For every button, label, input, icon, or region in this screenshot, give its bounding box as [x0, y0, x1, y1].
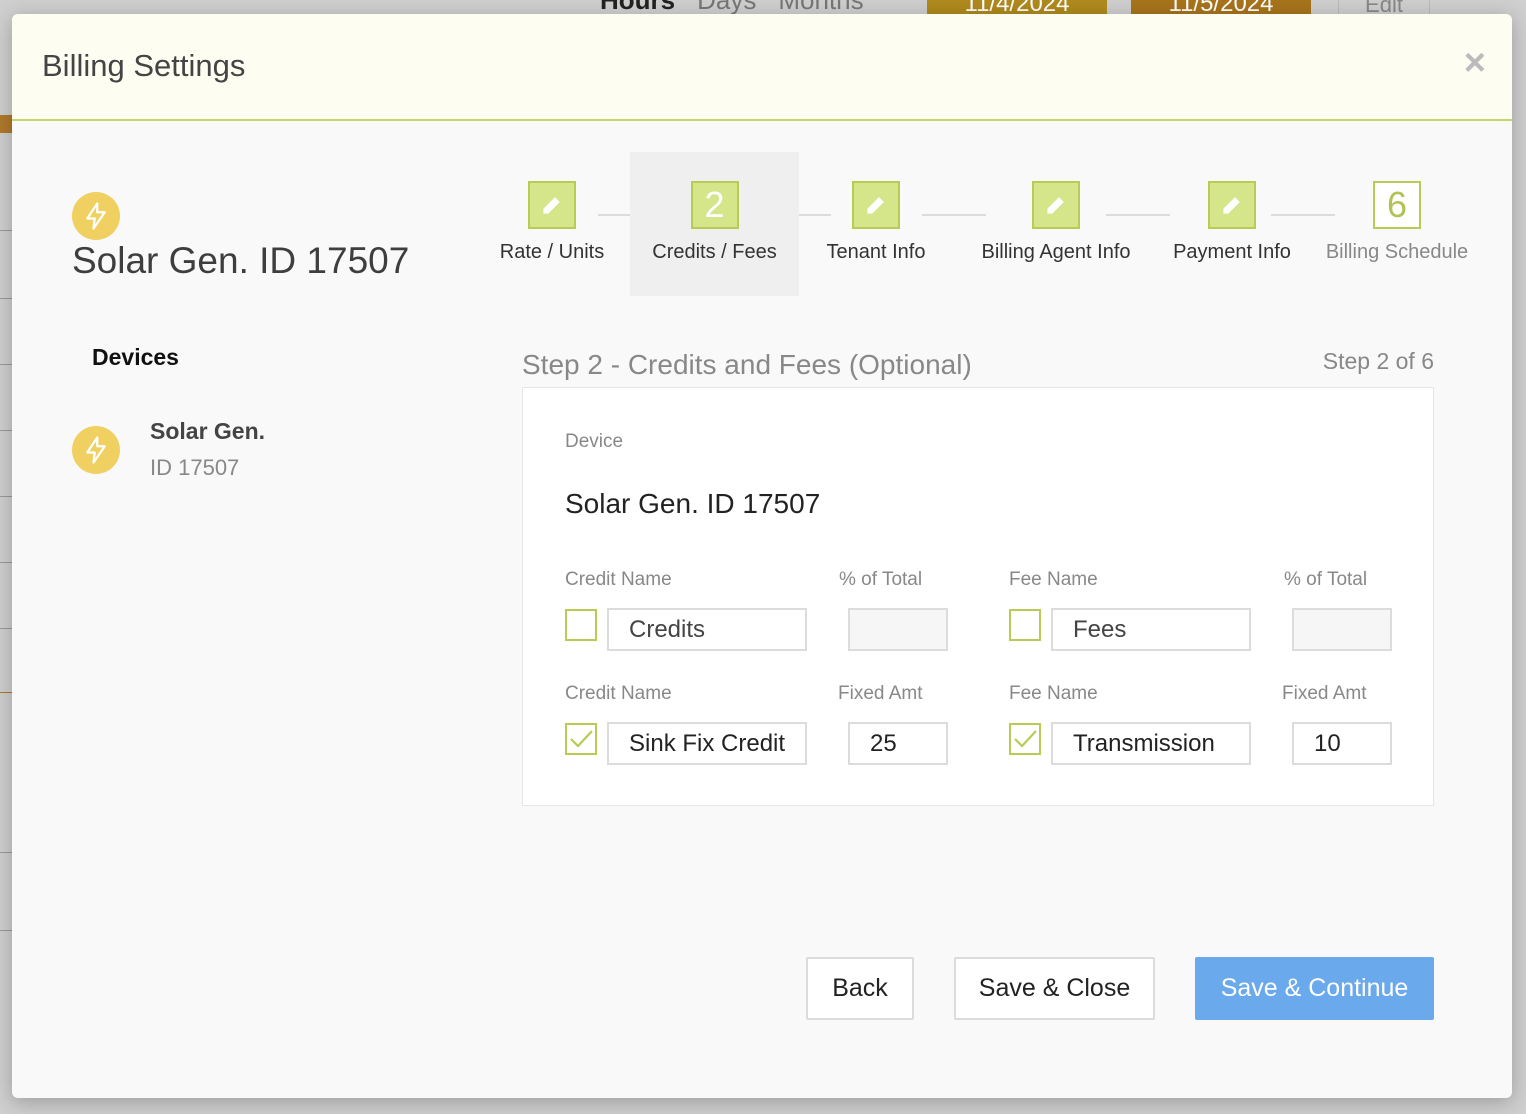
device-label: Device [565, 431, 624, 452]
step-tenant-info[interactable]: Tenant Info [816, 152, 936, 296]
billing-settings-modal: Billing Settings × Solar Gen. ID 17507 R… [12, 14, 1512, 1098]
device-name: Solar Gen. ID 17507 [565, 488, 821, 519]
sidebar-item-solar-gen[interactable]: Solar Gen. ID 17507 [72, 418, 265, 481]
bg-divider [0, 628, 12, 629]
credit-name-label: Credit Name [565, 569, 672, 590]
sidebar-title: Devices [92, 344, 179, 370]
bg-divider [0, 562, 12, 563]
fee-checkbox[interactable] [1009, 609, 1041, 641]
step-number: 2 [690, 181, 739, 229]
credits-fees-card: Device Solar Gen. ID 17507 Credit Name %… [522, 387, 1434, 806]
step-billing-agent-info[interactable]: Billing Agent Info [966, 152, 1146, 296]
credit-checkbox[interactable] [565, 609, 597, 641]
checkmark-icon [570, 730, 593, 748]
sidebar-item-id: ID 17507 [150, 455, 240, 480]
bg-divider [0, 298, 12, 299]
pencil-icon [528, 181, 576, 229]
bg-divider [0, 364, 12, 365]
credit-name-input[interactable]: Credits [607, 608, 807, 651]
fee-pct-input[interactable] [1292, 608, 1392, 651]
bg-divider [0, 496, 12, 497]
bg-divider [0, 230, 12, 231]
section-heading: Step 2 - Credits and Fees (Optional) [522, 349, 972, 380]
device-title: Solar Gen. ID 17507 [72, 240, 410, 281]
stepper: Rate / Units 2 Credits / Fees Tenant Inf… [482, 152, 1482, 296]
lightning-bolt-icon [72, 426, 120, 474]
step-credits-fees[interactable]: 2 Credits / Fees [630, 152, 799, 296]
save-continue-button[interactable]: Save & Continue [1195, 957, 1434, 1020]
fee-name-input[interactable]: Fees [1051, 608, 1251, 651]
step-label: Credits / Fees [652, 241, 777, 263]
lightning-bolt-icon [72, 192, 120, 240]
fee-pct-label: % of Total [1284, 569, 1368, 590]
pencil-icon [852, 181, 900, 229]
modal-title: Billing Settings [42, 48, 246, 83]
checkmark-icon [1014, 730, 1037, 748]
step-label: Payment Info [1173, 241, 1291, 263]
fee-name-label: Fee Name [1009, 569, 1098, 590]
step-payment-info[interactable]: Payment Info [1162, 152, 1302, 296]
pencil-icon [1032, 181, 1080, 229]
credit-pct-label: % of Total [839, 569, 923, 590]
credit-amt-label: Fixed Amt [838, 683, 923, 704]
step-label: Tenant Info [826, 241, 926, 263]
step-billing-schedule[interactable]: 6 Billing Schedule [1317, 152, 1477, 296]
fee-amt-label: Fixed Amt [1282, 683, 1367, 704]
credit-amt-input[interactable]: 25 [848, 722, 948, 765]
step-label: Billing Agent Info [981, 241, 1131, 263]
step-label: Billing Schedule [1325, 241, 1469, 263]
bg-divider [0, 692, 12, 693]
save-close-button[interactable]: Save & Close [954, 957, 1155, 1020]
bg-divider [0, 852, 12, 853]
fee-amt-input[interactable]: 10 [1292, 722, 1392, 765]
bg-stripe [0, 115, 12, 133]
credit-name-label: Credit Name [565, 683, 672, 704]
step-number: 6 [1373, 181, 1421, 229]
device-header-icon-wrap [72, 192, 120, 240]
fee-name-label: Fee Name [1009, 683, 1098, 704]
bg-divider [0, 430, 12, 431]
step-indicator: Step 2 of 6 [1322, 348, 1434, 374]
credit-checkbox-checked[interactable] [565, 723, 597, 755]
fee-name-input[interactable]: Transmission [1051, 722, 1251, 765]
bg-divider [0, 930, 12, 931]
close-icon[interactable]: × [1464, 44, 1486, 82]
fee-checkbox-checked[interactable] [1009, 723, 1041, 755]
back-button[interactable]: Back [806, 957, 914, 1020]
sidebar-item-name: Solar Gen. [150, 418, 266, 444]
step-rate-units[interactable]: Rate / Units [492, 152, 612, 296]
step-label: Rate / Units [499, 241, 605, 263]
credit-name-input[interactable]: Sink Fix Credit [607, 722, 807, 765]
credit-pct-input[interactable] [848, 608, 948, 651]
modal-header: Billing Settings × [12, 14, 1512, 121]
pencil-icon [1208, 181, 1256, 229]
